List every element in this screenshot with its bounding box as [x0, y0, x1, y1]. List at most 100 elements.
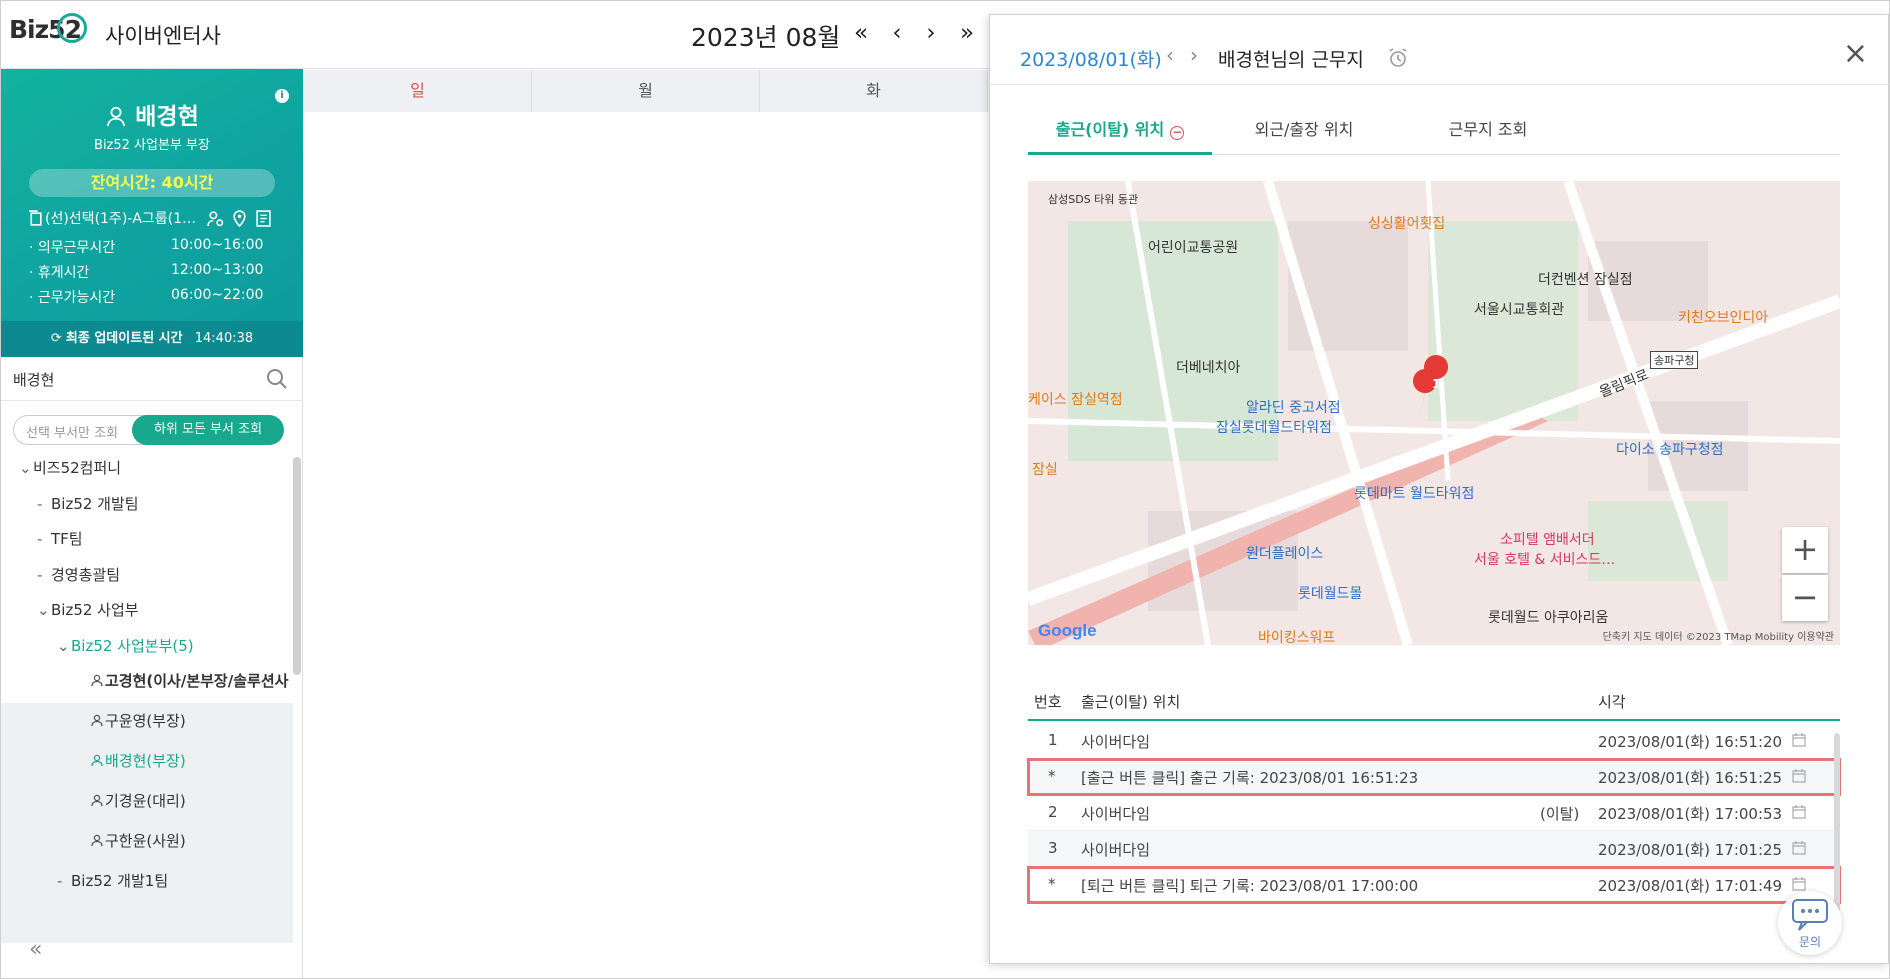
tree-node-label: Biz52 개발1팀	[71, 872, 169, 890]
tree-node[interactable]: - TF팀	[37, 528, 83, 549]
tab-workplace-lookup[interactable]: 근무지 조회	[1396, 115, 1580, 155]
time-value: 10:00~16:00	[171, 237, 264, 253]
map-label: 서울 호텔 & 서비스드…	[1474, 552, 1616, 568]
chat-bubble-icon	[1792, 899, 1828, 931]
month-title: 2023년 08월	[691, 23, 841, 52]
map-label: 어린이교통공원	[1148, 240, 1239, 256]
row-number: 2	[1048, 803, 1058, 821]
copy-icon[interactable]	[27, 210, 44, 227]
profile-name-text: 배경현	[135, 104, 199, 130]
biz52-logo[interactable]: Biz52	[9, 13, 87, 44]
last-update-time: 14:40:38	[194, 331, 254, 346]
row-location: [퇴근 버튼 클릭] 퇴근 기록: 2023/08/01 17:00:00	[1081, 877, 1419, 895]
time-value: 06:00~22:00	[171, 287, 264, 303]
table-row[interactable]: 3 사이버다임 2023/08/01(화) 17:01:25	[1028, 831, 1840, 867]
tree-node[interactable]: ⌄Biz52 사업부	[37, 599, 139, 620]
mandatory-time-row: · 의무근무시간 10:00~16:00	[29, 237, 279, 257]
work-group-row: (선)선택(1주)-A그룹(1…	[27, 208, 287, 230]
next-month-button[interactable]: ›	[917, 19, 945, 47]
location-pin-icon[interactable]	[231, 210, 248, 227]
location-map[interactable]: 1 삼성SDS 타워 동관 어린이교통공원 싱싱활어횟집 더컨벤션 잠실점 서울…	[1028, 181, 1840, 645]
org-tree: ⌄비즈52컴퍼니 - Biz52 개발팀 - TF팀 - 경영총괄팀 ⌄Biz52 사업부 ⌄B…	[1, 457, 303, 977]
tree-node[interactable]: ⌄비즈52컴퍼니	[19, 457, 121, 478]
table-scrollbar[interactable]	[1834, 733, 1840, 913]
table-header: 번호 출근(이탈) 위치 시각	[1028, 683, 1840, 721]
tree-node[interactable]: 기경윤(대리)	[91, 790, 186, 811]
modal-date[interactable]: 2023/08/01(화)	[1020, 45, 1162, 72]
refresh-icon: ⟳	[50, 331, 62, 346]
map-label: 잠실	[1032, 462, 1058, 478]
chevron-down-icon: ⌄	[37, 601, 50, 619]
tree-node[interactable]: 구윤영(부장)	[91, 710, 186, 731]
work-group-label: (선)선택(1주)-A그룹(1…	[45, 211, 197, 227]
tree-node-label: 비즈52컴퍼니	[33, 459, 122, 477]
map-credit[interactable]: 단축키 지도 데이터 ©2023 TMap Mobility 이용약관	[1603, 628, 1834, 643]
tree-node[interactable]: - Biz52 개발팀	[37, 493, 139, 514]
search-input[interactable]: 배경현	[13, 369, 54, 390]
map-label: 케이스 잠실역점	[1028, 392, 1123, 408]
tree-node[interactable]: ⌄Biz52 사업본부(5)	[57, 635, 194, 656]
person-icon	[91, 672, 105, 690]
table-row[interactable]: 2 사이버다임 (이탈) 2023/08/01(화) 17:00:53	[1028, 795, 1840, 831]
row-location: 사이버다임	[1081, 733, 1151, 751]
tree-node[interactable]: 구한윤(사원)	[91, 830, 186, 851]
day-header: 월	[532, 70, 760, 112]
calendar-icon[interactable]	[1792, 841, 1806, 855]
person-settings-icon[interactable]	[207, 210, 224, 227]
row-number: 3	[1048, 839, 1058, 857]
tree-node[interactable]: - Biz52 개발1팀	[57, 870, 168, 891]
table-row[interactable]: 1 사이버다임 2023/08/01(화) 16:51:20	[1028, 723, 1840, 759]
tree-node[interactable]: - 경영총괄팀	[37, 564, 120, 585]
tree-node[interactable]: 배경현(부장)	[91, 750, 186, 771]
profile-card: i 배경현 Biz52 사업본부 부장 잔여시간: 40시간 (선)선택(1주)…	[1, 69, 303, 357]
document-icon[interactable]	[255, 210, 272, 227]
sidebar-scrollbar[interactable]	[293, 457, 301, 675]
scope-toggle[interactable]: 선택 부서만 조회 하위 모든 부서 조회	[13, 415, 284, 445]
scope-all-subdepts[interactable]: 하위 모든 부서 조회	[132, 415, 284, 445]
zoom-out-button[interactable]: −	[1782, 575, 1828, 621]
zoom-in-button[interactable]: +	[1782, 527, 1828, 573]
map-label: 롯데월드몰	[1298, 586, 1363, 602]
table-row[interactable]: * [출근 버튼 클릭] 출근 기록: 2023/08/01 16:51:23 20…	[1027, 758, 1841, 796]
logo-ring-icon	[57, 13, 87, 43]
first-month-button[interactable]: «	[847, 19, 875, 47]
map-label: 롯데마트 월드타워점	[1354, 486, 1475, 502]
prev-day-button[interactable]: ‹	[1166, 43, 1174, 67]
calendar-icon[interactable]	[1792, 769, 1806, 783]
prev-month-button[interactable]: ‹	[883, 19, 911, 47]
row-time: 2023/08/01(화) 16:51:25	[1598, 769, 1783, 787]
last-update-bar[interactable]: ⟳ 최종 업데이트된 시간 14:40:38	[1, 321, 303, 357]
search-icon[interactable]	[265, 367, 289, 391]
tab-checkin-location[interactable]: 출근(이탈) 위치 −	[1028, 115, 1212, 155]
marker-number: 1	[1432, 377, 1440, 391]
table-row[interactable]: * [퇴근 버튼 클릭] 퇴근 기록: 2023/08/01 17:00:00 20…	[1027, 866, 1841, 904]
tree-node[interactable]: 고경현(이사/본부장/솔루션사	[91, 670, 288, 691]
modal-header: 2023/08/01(화) ‹ › 배경현님의 근무지 ×	[990, 15, 1889, 85]
calendar-icon[interactable]	[1792, 877, 1806, 891]
tree-selection-bg	[1, 703, 293, 943]
scope-selected-only[interactable]: 선택 부서만 조회	[26, 422, 118, 441]
collapse-sidebar-button[interactable]: «	[29, 937, 42, 962]
close-icon[interactable]: ×	[1843, 39, 1868, 69]
person-icon	[91, 712, 105, 730]
calendar-icon[interactable]	[1792, 733, 1806, 747]
map-label: 삼성SDS 타워 동관	[1048, 193, 1139, 206]
map-label: 더베네치아	[1176, 360, 1241, 376]
col-no: 번호	[1034, 693, 1062, 711]
tree-node-label: 기경윤(대리)	[105, 792, 186, 810]
map-label: 키친오브인디아	[1678, 310, 1769, 326]
map-label: 알라딘 중고서점	[1246, 400, 1341, 416]
last-update-label: 최종 업데이트된 시간	[65, 331, 183, 346]
last-month-button[interactable]: »	[953, 19, 981, 47]
tab-label: 출근(이탈) 위치	[1055, 120, 1165, 139]
tab-outside-location[interactable]: 외근/출장 위치	[1212, 115, 1396, 155]
member-search[interactable]: 배경현	[1, 357, 303, 401]
map-label: 바이킹스워프	[1258, 630, 1336, 645]
alarm-clock-icon[interactable]	[1387, 47, 1409, 69]
map-label: 롯데월드 아쿠아리움	[1488, 610, 1609, 626]
next-day-button[interactable]: ›	[1190, 43, 1198, 67]
inquiry-button[interactable]: 문의	[1778, 891, 1842, 955]
calendar-icon[interactable]	[1792, 805, 1806, 819]
tree-node-label: Biz52 개발팀	[51, 494, 139, 513]
person-icon	[91, 792, 105, 810]
